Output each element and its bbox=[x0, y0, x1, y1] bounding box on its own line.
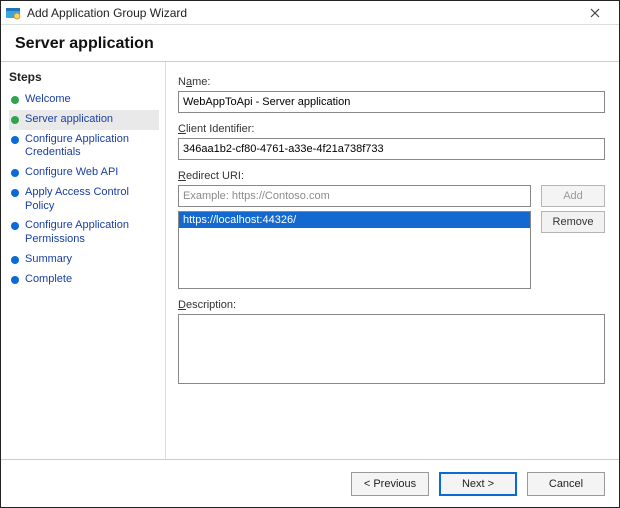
description-label: Description: bbox=[178, 299, 605, 311]
bullet-icon bbox=[11, 136, 19, 144]
step-welcome[interactable]: Welcome bbox=[9, 90, 159, 110]
close-button[interactable] bbox=[575, 2, 615, 24]
bullet-icon bbox=[11, 169, 19, 177]
step-configure-credentials[interactable]: Configure Application Credentials bbox=[9, 130, 159, 164]
redirect-uri-label: Redirect URI: bbox=[178, 170, 605, 182]
body: Steps Welcome Server application Configu… bbox=[1, 62, 619, 459]
bullet-icon bbox=[11, 256, 19, 264]
bullet-icon bbox=[11, 189, 19, 197]
step-complete[interactable]: Complete bbox=[9, 270, 159, 290]
step-configure-web-api[interactable]: Configure Web API bbox=[9, 163, 159, 183]
steps-header: Steps bbox=[9, 70, 159, 84]
cancel-button[interactable]: Cancel bbox=[527, 472, 605, 496]
footer: < Previous Next > Cancel bbox=[1, 459, 619, 507]
banner: Server application bbox=[1, 25, 619, 62]
bullet-icon bbox=[11, 116, 19, 124]
form-panel: Name: Client Identifier: Redirect URI: A… bbox=[166, 62, 619, 459]
step-configure-permissions[interactable]: Configure Application Permissions bbox=[9, 216, 159, 250]
next-button[interactable]: Next > bbox=[439, 472, 517, 496]
add-button[interactable]: Add bbox=[541, 185, 605, 207]
client-id-label: Client Identifier: bbox=[178, 123, 605, 135]
remove-button[interactable]: Remove bbox=[541, 211, 605, 233]
wizard-window: Add Application Group Wizard Server appl… bbox=[0, 0, 620, 508]
page-title: Server application bbox=[15, 35, 605, 53]
name-field[interactable] bbox=[178, 91, 605, 113]
step-summary[interactable]: Summary bbox=[9, 250, 159, 270]
previous-button[interactable]: < Previous bbox=[351, 472, 429, 496]
name-label: Name: bbox=[178, 76, 605, 88]
description-field[interactable] bbox=[178, 314, 605, 384]
redirect-uri-field[interactable] bbox=[178, 185, 531, 207]
step-server-application[interactable]: Server application bbox=[9, 110, 159, 130]
window-title: Add Application Group Wizard bbox=[27, 6, 575, 20]
bullet-icon bbox=[11, 96, 19, 104]
client-id-field[interactable] bbox=[178, 138, 605, 160]
bullet-icon bbox=[11, 222, 19, 230]
bullet-icon bbox=[11, 276, 19, 284]
step-access-control-policy[interactable]: Apply Access Control Policy bbox=[9, 183, 159, 217]
list-item[interactable]: https://localhost:44326/ bbox=[179, 212, 530, 228]
titlebar: Add Application Group Wizard bbox=[1, 1, 619, 25]
redirect-uri-list[interactable]: https://localhost:44326/ bbox=[178, 211, 531, 289]
app-icon bbox=[5, 5, 21, 21]
steps-nav: Steps Welcome Server application Configu… bbox=[1, 62, 166, 459]
